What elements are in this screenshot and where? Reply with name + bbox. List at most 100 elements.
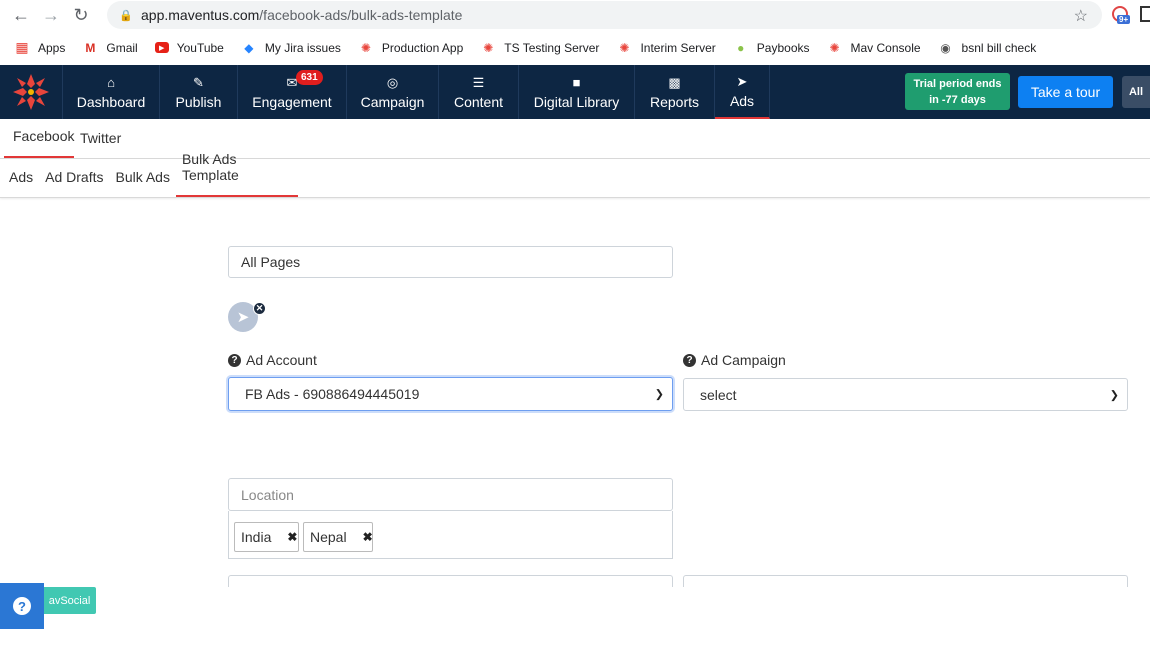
nav-ads[interactable]: ➤ Ads xyxy=(715,65,770,119)
nav-content[interactable]: ☰ Content xyxy=(439,65,519,119)
address-bar[interactable]: 🔒 app.maventus.com/facebook-ads/bulk-ads… xyxy=(107,1,1102,29)
maventus-icon: ✺ xyxy=(619,40,630,55)
next-field-left[interactable] xyxy=(228,575,673,587)
bookmark-interim-server[interactable]: ✺ Interim Server xyxy=(616,40,715,56)
all-button[interactable]: All xyxy=(1122,76,1150,108)
back-arrow-icon[interactable]: ← xyxy=(6,1,36,29)
youtube-icon: ▶ xyxy=(154,42,169,53)
nav-label: Dashboard xyxy=(76,93,146,110)
chevron-down-icon: ❯ xyxy=(1109,389,1119,401)
target-icon: ◎ xyxy=(386,74,399,90)
maventus-logo-icon xyxy=(13,74,49,110)
engagement-badge: 631 xyxy=(296,70,323,85)
gmail-icon: M xyxy=(85,40,96,55)
nav-dashboard[interactable]: ⌂ Dashboard xyxy=(63,65,160,119)
bookmark-label: Mav Console xyxy=(850,40,921,55)
tab-bulk-ads-template[interactable]: Bulk Ads Template xyxy=(175,151,298,197)
url-path: /facebook-ads/bulk-ads-template xyxy=(259,7,463,23)
nav-label: Publish xyxy=(175,93,222,110)
page-select-value: All Pages xyxy=(241,254,301,270)
nav-campaign[interactable]: ◎ Campaign xyxy=(347,65,439,119)
tab-facebook[interactable]: Facebook xyxy=(4,120,74,158)
bookmark-ts-testing[interactable]: ✺ TS Testing Server xyxy=(480,40,599,56)
edit-icon: ✎ xyxy=(193,74,204,90)
tab-ads[interactable]: Ads xyxy=(4,159,39,197)
tab-ad-drafts[interactable]: Ad Drafts xyxy=(39,159,109,197)
tab-label: Bulk Ads Template xyxy=(181,151,239,183)
tab-twitter[interactable]: Twitter xyxy=(74,120,125,158)
ad-campaign-select[interactable]: select ❯ xyxy=(683,378,1128,411)
ad-account-label: ? Ad Account xyxy=(228,352,317,368)
bookmark-jira[interactable]: ◆ My Jira issues xyxy=(241,40,341,56)
reload-icon[interactable]: ↻ xyxy=(66,1,96,29)
nav-digital-library[interactable]: ■ Digital Library xyxy=(519,65,635,119)
location-input[interactable]: Location xyxy=(228,478,673,511)
bookmark-gmail[interactable]: M Gmail xyxy=(82,40,137,56)
question-icon: ? xyxy=(13,597,31,615)
next-field-right[interactable] xyxy=(683,575,1128,587)
apps-grid-icon: ▦ xyxy=(15,39,29,55)
nav-publish[interactable]: ✎ Publish xyxy=(160,65,238,119)
nav-label: Digital Library xyxy=(533,93,620,110)
extension-badge: 9+ xyxy=(1117,15,1131,24)
help-question-icon[interactable]: ? xyxy=(683,353,696,367)
bookmark-label: My Jira issues xyxy=(264,40,341,55)
remove-page-icon[interactable]: ✕ xyxy=(253,302,266,315)
remove-chip-icon[interactable]: ✖ xyxy=(363,530,373,544)
bookmark-paybooks[interactable]: ● Paybooks xyxy=(733,40,810,56)
tab-label: Bulk Ads xyxy=(115,169,170,185)
list-icon: ☰ xyxy=(472,74,485,90)
ad-account-label-text: Ad Account xyxy=(246,352,317,368)
bookmark-youtube[interactable]: ▶ YouTube xyxy=(154,40,224,55)
maventus-logo[interactable] xyxy=(0,65,63,119)
nav-label: Ads xyxy=(729,92,755,109)
page-select[interactable]: All Pages xyxy=(228,246,673,278)
bookmark-label: YouTube xyxy=(176,40,224,55)
trial-period-badge[interactable]: Trial period ends in -77 days xyxy=(905,73,1010,110)
paper-plane-icon: ➤ xyxy=(736,73,748,89)
paybooks-icon: ● xyxy=(737,40,745,55)
forward-arrow-icon[interactable]: → xyxy=(36,1,66,29)
paper-plane-icon: ➤ xyxy=(236,309,250,326)
globe-icon: ◉ xyxy=(940,40,951,55)
chip-label: Nepal xyxy=(310,529,347,545)
ad-account-select[interactable]: FB Ads - 690886494445019 ❯ xyxy=(228,377,673,411)
jira-icon: ◆ xyxy=(244,40,254,55)
extension-icon-2[interactable] xyxy=(1140,6,1150,22)
tab-bulk-ads[interactable]: Bulk Ads xyxy=(109,159,175,197)
bookmark-label: Paybooks xyxy=(756,40,810,55)
browser-toolbar: ← → ↻ 🔒 app.maventus.com/facebook-ads/bu… xyxy=(0,0,1150,30)
bookmark-label: Production App xyxy=(381,40,464,55)
url-text: app.maventus.com/facebook-ads/bulk-ads-t… xyxy=(141,7,462,23)
lock-icon: 🔒 xyxy=(119,9,133,22)
nav-label: Engagement xyxy=(252,93,332,110)
bookmark-label: TS Testing Server xyxy=(504,40,600,55)
help-button[interactable]: ? xyxy=(0,583,44,629)
chip-label: India xyxy=(241,529,272,545)
tab-label: Facebook xyxy=(13,128,75,144)
trial-line-1: Trial period ends xyxy=(913,78,1002,90)
tab-label: Twitter xyxy=(80,130,122,146)
ads-tabs: Ads Ad Drafts Bulk Ads Bulk Ads Template xyxy=(0,151,1150,198)
help-widget-label[interactable]: avSocial xyxy=(35,587,96,614)
location-chip: Nepal ✖ xyxy=(303,522,373,552)
bookmark-mav-console[interactable]: ✺ Mav Console xyxy=(827,40,921,56)
tab-label: Ad Drafts xyxy=(45,169,104,185)
nav-label: Content xyxy=(453,93,504,110)
nav-reports[interactable]: ▩ Reports xyxy=(635,65,715,119)
bookmark-label: bsnl bill check xyxy=(961,40,1037,55)
platform-tabs: Facebook Twitter xyxy=(0,119,1150,159)
ad-account-value: FB Ads - 690886494445019 xyxy=(245,386,420,402)
take-tour-button[interactable]: Take a tour xyxy=(1018,76,1113,108)
nav-label: Reports xyxy=(649,93,700,110)
chevron-down-icon: ❯ xyxy=(654,388,664,401)
bookmark-star-icon[interactable]: ☆ xyxy=(1074,6,1088,26)
help-question-icon[interactable]: ? xyxy=(228,353,241,367)
trial-line-2: in -77 days xyxy=(929,94,986,106)
maventus-icon: ✺ xyxy=(829,40,840,55)
bookmark-apps[interactable]: ▦ Apps xyxy=(14,39,65,56)
nav-engagement[interactable]: ✉ Engagement 631 xyxy=(238,65,347,119)
remove-chip-icon[interactable]: ✖ xyxy=(287,530,297,544)
bookmark-bsnl[interactable]: ◉ bsnl bill check xyxy=(938,40,1037,56)
bookmark-production-app[interactable]: ✺ Production App xyxy=(358,40,463,56)
